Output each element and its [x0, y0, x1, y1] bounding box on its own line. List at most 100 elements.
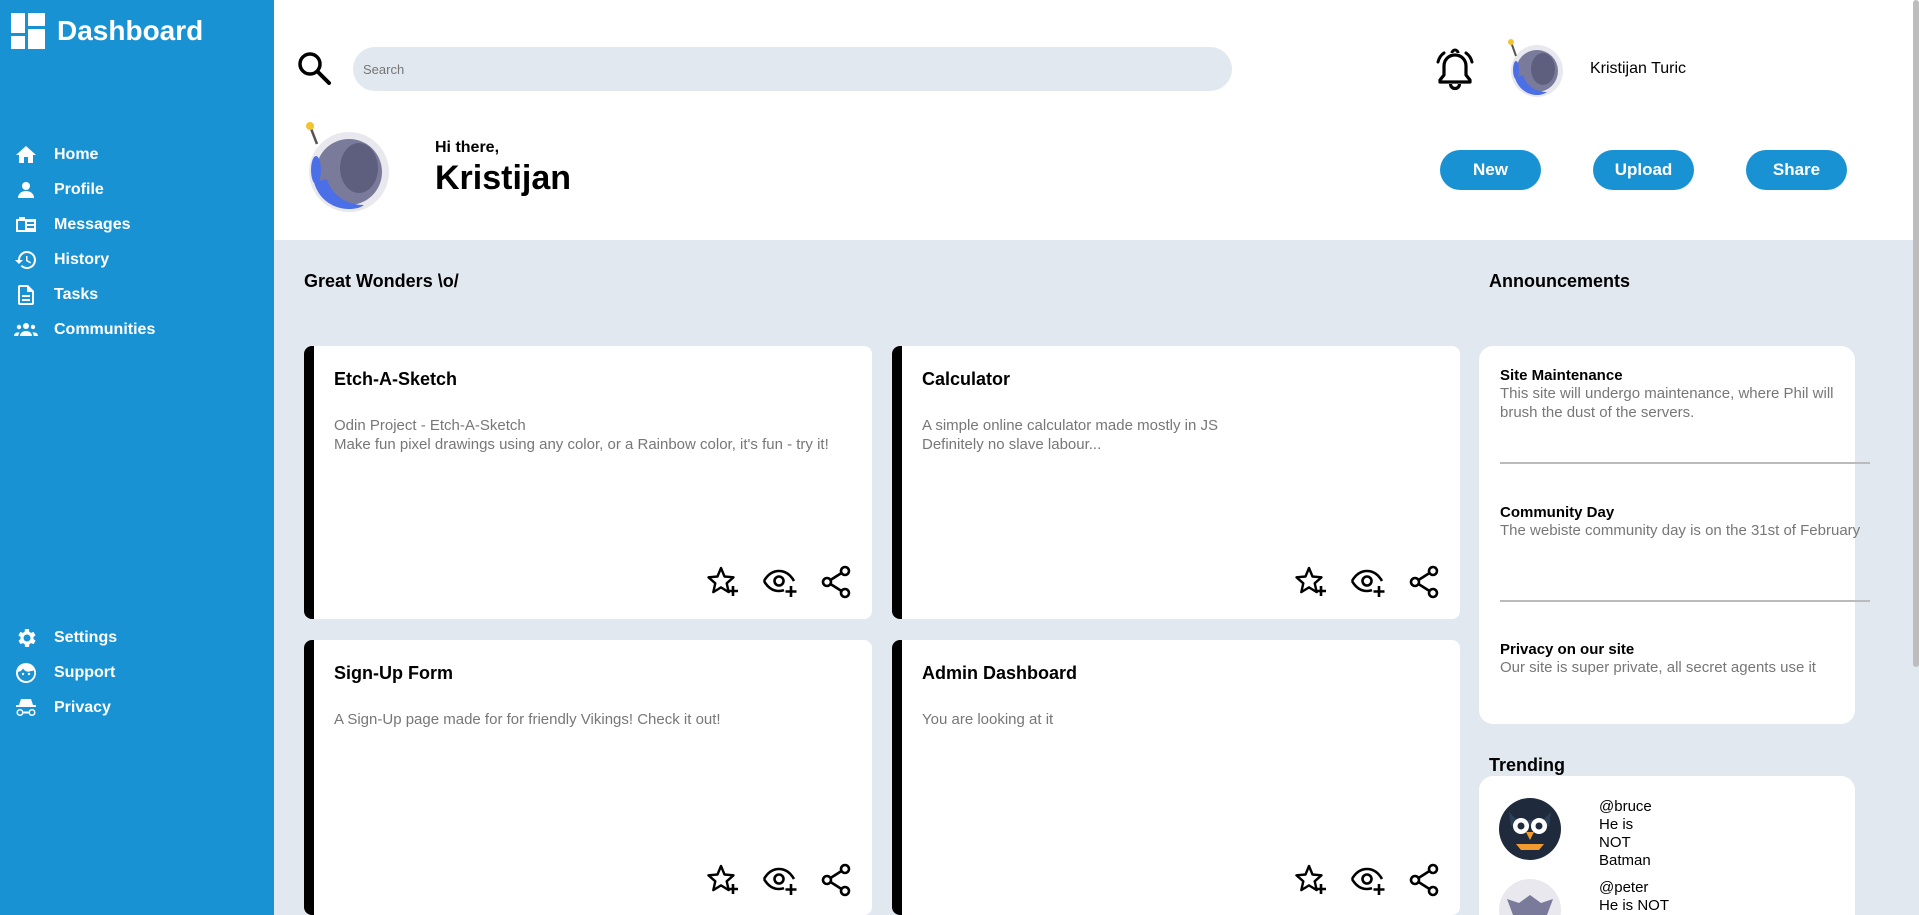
sidebar-item-privacy[interactable]: Privacy [14, 690, 117, 725]
card-title: Admin Dashboard [922, 663, 1078, 683]
announcement-title: Site Maintenance [1500, 367, 1623, 384]
watch-add-icon[interactable] [762, 863, 798, 897]
announcement-text: The webiste community day is on the 31st… [1500, 522, 1861, 539]
divider [1500, 600, 1870, 602]
announcements-panel: Site Maintenance This site will undergo … [1479, 346, 1870, 724]
brand[interactable]: Dashboard [11, 13, 203, 49]
profile-avatar [302, 120, 394, 223]
sidebar-item-label: Settings [54, 628, 118, 646]
messages-icon [16, 216, 36, 232]
announcement-text: This site will undergo maintenance, wher… [1500, 385, 1834, 421]
card-actions [706, 565, 852, 599]
home-icon [16, 145, 36, 163]
upload-button[interactable]: Upload [1593, 150, 1694, 190]
sidebar-item-label: History [54, 250, 110, 268]
watch-add-icon[interactable] [1350, 565, 1386, 599]
card-line: Make fun pixel drawings using any color,… [334, 436, 829, 453]
new-button[interactable]: New [1440, 150, 1541, 190]
settings-icon [18, 628, 36, 647]
project-card: Calculator A simple online calculator ma… [892, 346, 1460, 619]
sidebar: Dashboard Home Profile Messages History … [0, 0, 274, 915]
owl-avatar [1499, 798, 1561, 860]
projects-title: Great Wonders \o/ [304, 271, 459, 291]
sidebar-item-label: Profile [54, 180, 104, 198]
trending-description: He is NOT Spiderman [1599, 897, 1669, 914]
sidebar-item-label: Communities [54, 320, 156, 338]
sidebar-item-label: Messages [54, 215, 131, 233]
card-line: Odin Project - Etch-A-Sketch [334, 417, 526, 434]
share-icon[interactable] [1408, 863, 1440, 897]
share-icon[interactable] [1408, 565, 1440, 599]
sidebar-item-tasks[interactable]: Tasks [14, 277, 155, 312]
divider [1500, 462, 1870, 464]
share-button[interactable]: Share [1746, 150, 1847, 190]
announcement-title: Community Day [1500, 504, 1615, 521]
card-title: Sign-Up Form [334, 663, 453, 683]
header: Kristijan Turic Hi there, Kristijan New … [274, 0, 1919, 240]
card-description: Odin Project - Etch-A-Sketch Make fun pi… [334, 416, 854, 454]
card-title: Calculator [922, 369, 1011, 389]
dashboard-logo-icon [11, 13, 45, 49]
star-add-icon[interactable] [706, 863, 740, 897]
card-actions [1294, 863, 1440, 897]
sidebar-item-label: Privacy [54, 698, 111, 716]
sidebar-item-history[interactable]: History [14, 242, 155, 277]
watch-add-icon[interactable] [762, 565, 798, 599]
sidebar-item-settings[interactable]: Settings [14, 620, 117, 655]
sidebar-item-communities[interactable]: Communities [14, 312, 155, 347]
card-description: You are looking at it [922, 710, 1442, 729]
star-add-icon[interactable] [706, 565, 740, 599]
communities-icon [14, 322, 38, 336]
trending-item[interactable]: @peter He is NOT Spiderman [1499, 879, 1669, 915]
greeting-name: Kristijan [435, 159, 572, 197]
star-add-icon[interactable] [1294, 565, 1328, 599]
share-icon[interactable] [820, 863, 852, 897]
trending-title: Trending [1489, 755, 1565, 775]
announcement-text: Our site is super private, all secret ag… [1500, 659, 1816, 676]
project-card: Etch-A-Sketch Odin Project - Etch-A-Sket… [304, 346, 872, 619]
announcement-item: Privacy on our site Our site is super pr… [1500, 641, 1870, 677]
card-line: A simple online calculator made mostly i… [922, 417, 1218, 434]
sidebar-item-support[interactable]: Support [14, 655, 117, 690]
search-input[interactable] [353, 47, 1232, 91]
user-name[interactable]: Kristijan Turic [1590, 60, 1686, 78]
project-card: Admin Dashboard You are looking at it [892, 640, 1460, 915]
spider-avatar [1499, 879, 1561, 915]
card-line: A Sign-Up page made for for friendly Vik… [334, 711, 721, 728]
privacy-icon [16, 698, 36, 716]
trending-text: @bruce He is NOT Batman [1599, 798, 1652, 870]
trending-panel: @bruce He is NOT Batman @peter He is NOT… [1479, 776, 1855, 915]
trending-handle: @bruce [1599, 798, 1652, 815]
announcement-item: Community Day The webiste community day … [1500, 504, 1870, 540]
support-icon [16, 662, 36, 683]
avatar[interactable] [1506, 38, 1566, 105]
search-icon[interactable] [296, 50, 332, 91]
profile-icon [18, 181, 34, 198]
greeting-text: Hi there, [435, 139, 500, 156]
card-description: A simple online calculator made mostly i… [922, 416, 1442, 454]
card-line: Definitely no slave labour... [922, 436, 1102, 453]
card-title: Etch-A-Sketch [334, 369, 458, 389]
trending-description: He is NOT Batman [1599, 816, 1651, 869]
sidebar-item-label: Support [54, 663, 116, 681]
trending-handle: @peter [1599, 879, 1649, 896]
announcements-title: Announcements [1489, 271, 1631, 291]
sidebar-bottom-nav: Settings Support Privacy [14, 620, 117, 725]
share-icon[interactable] [820, 565, 852, 599]
sidebar-item-profile[interactable]: Profile [14, 172, 155, 207]
sidebar-item-messages[interactable]: Messages [14, 207, 155, 242]
bell-icon[interactable] [1432, 46, 1478, 97]
trending-item[interactable]: @bruce He is NOT Batman [1499, 798, 1652, 869]
history-icon [15, 250, 36, 269]
star-add-icon[interactable] [1294, 863, 1328, 897]
watch-add-icon[interactable] [1350, 863, 1386, 897]
scrollbar[interactable] [1913, 0, 1919, 667]
card-actions [706, 863, 852, 897]
card-line: You are looking at it [922, 711, 1054, 728]
announcement-title: Privacy on our site [1500, 641, 1635, 658]
brand-title: Dashboard [57, 15, 204, 46]
sidebar-main-nav: Home Profile Messages History Tasks Comm… [14, 137, 155, 347]
sidebar-item-label: Tasks [54, 285, 99, 303]
trending-text: @peter He is NOT Spiderman [1599, 879, 1672, 915]
sidebar-item-home[interactable]: Home [14, 137, 155, 172]
